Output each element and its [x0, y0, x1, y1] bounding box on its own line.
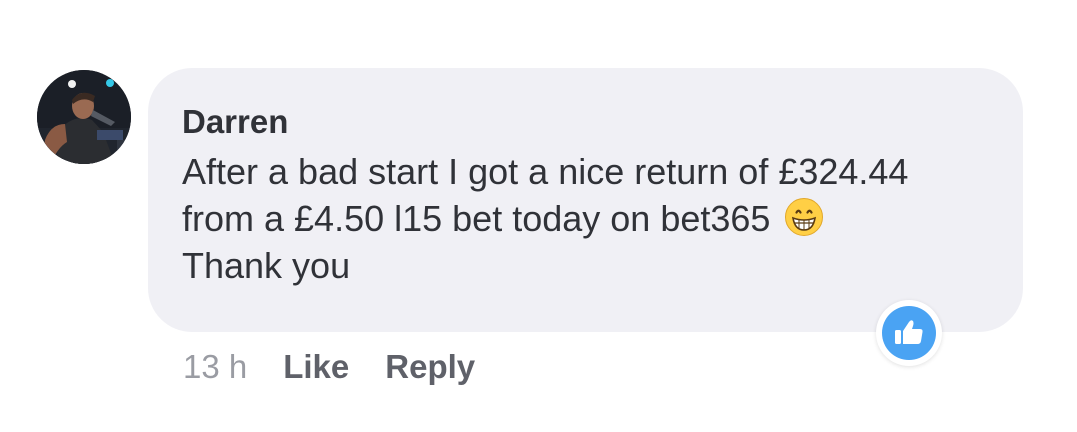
grinning-face-emoji-icon [784, 197, 824, 237]
reply-button[interactable]: Reply [385, 348, 475, 386]
comment: Darren After a bad start I got a nice re… [0, 0, 1077, 432]
comment-text-line-content: from a £4.50 l15 bet today on bet365 [182, 198, 771, 239]
comment-author[interactable]: Darren [182, 102, 989, 142]
comment-timestamp[interactable]: 13 h [183, 348, 247, 386]
comment-text-line: After a bad start I got a nice return of… [182, 151, 909, 192]
like-button[interactable]: Like [283, 348, 349, 386]
comment-text-line: from a £4.50 l15 bet today on bet365 [182, 195, 989, 242]
comment-actions: 13 h Like Reply [183, 347, 511, 387]
comment-text: After a bad start I got a nice return of… [182, 148, 989, 289]
like-reaction-badge[interactable] [876, 300, 942, 366]
comment-bubble: Darren After a bad start I got a nice re… [148, 68, 1023, 332]
comment-text-line: Thank you [182, 245, 351, 286]
avatar[interactable] [37, 70, 131, 164]
avatar-photo-icon [37, 70, 131, 164]
thumbs-up-icon [895, 320, 923, 344]
